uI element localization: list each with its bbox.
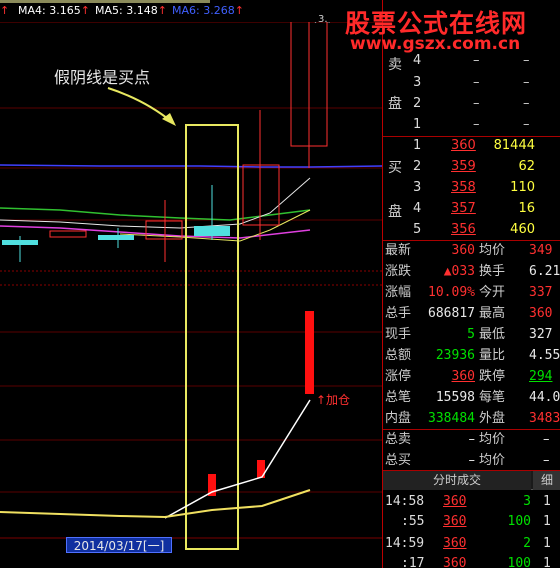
trade-tabs: 分时成交 细	[383, 470, 560, 490]
chart-annotation: 假阴线是买点	[54, 68, 151, 87]
quote-row-change: 涨跌▲033 换手6.21%	[385, 264, 560, 279]
quote-panel: 卖 盘 4 – – 3 – – 2 – – 1 – – 买 盘 1 360 81…	[382, 0, 560, 568]
ma6-label: MA6: 3.268↑	[172, 4, 244, 17]
tab-time-sales[interactable]: 分时成交	[383, 471, 531, 490]
candle	[2, 240, 38, 245]
chart-top-right-value: 3.	[318, 14, 328, 25]
quote-row-pct: 涨幅 10.09% 今开 337	[385, 285, 553, 300]
quote-row-inner-outer: 内盘338484 外盘348333	[385, 411, 560, 426]
ma-line-blue	[0, 164, 382, 168]
annotation-arrow	[107, 87, 176, 126]
ma5-label: MA5: 3.148↑	[95, 4, 167, 17]
tab-detail[interactable]: 细	[533, 471, 560, 490]
quote-row-latest: 最新 360 均价 349	[385, 243, 553, 258]
quote-row-current-volume: 现手 5 最低 327	[385, 327, 553, 342]
sell-row[interactable]: 2 – –	[383, 93, 560, 114]
ma-lead-arrow: ↑	[0, 4, 10, 17]
trade-row[interactable]: :17 360 100 1	[383, 552, 560, 568]
buy-row[interactable]: 1 360 81444	[383, 135, 560, 156]
buy-row[interactable]: 4 357 16	[383, 198, 560, 219]
total-buy-row: 总买 – 均价 –	[385, 453, 550, 468]
candle	[98, 235, 134, 240]
buy-row[interactable]: 2 359 62	[383, 156, 560, 177]
sell-row[interactable]: 3 – –	[383, 72, 560, 93]
indicator-bar	[305, 311, 314, 394]
buy-row[interactable]: 5 356 460	[383, 219, 560, 240]
buy-row[interactable]: 3 358 110	[383, 177, 560, 198]
quote-row-amount: 总额 23936 量比 4.55	[385, 348, 560, 363]
total-sell-row: 总卖 – 均价 –	[385, 432, 550, 447]
watermark-url: www.gszx.com.cn	[350, 34, 521, 54]
add-position-label: ↑加仓	[316, 393, 351, 407]
ma4-label: MA4: 3.165↑	[18, 4, 90, 17]
date-cursor-label: 2014/03/17[一]	[66, 537, 172, 553]
ma-line-green	[0, 207, 311, 221]
trade-row[interactable]: :55 360 100 1	[383, 510, 560, 534]
candles	[2, 17, 328, 262]
candle	[194, 226, 230, 236]
quote-row-limit: 涨停 360 跌停 294	[385, 369, 553, 384]
quote-row-total-volume: 总手 686817 最高 360	[385, 306, 553, 321]
indicator-line-yellow	[0, 489, 311, 519]
sell-row[interactable]: 1 – –	[383, 114, 560, 135]
quote-row-trades: 总笔 15598 每笔 44.0	[385, 390, 560, 405]
candle	[49, 230, 87, 238]
